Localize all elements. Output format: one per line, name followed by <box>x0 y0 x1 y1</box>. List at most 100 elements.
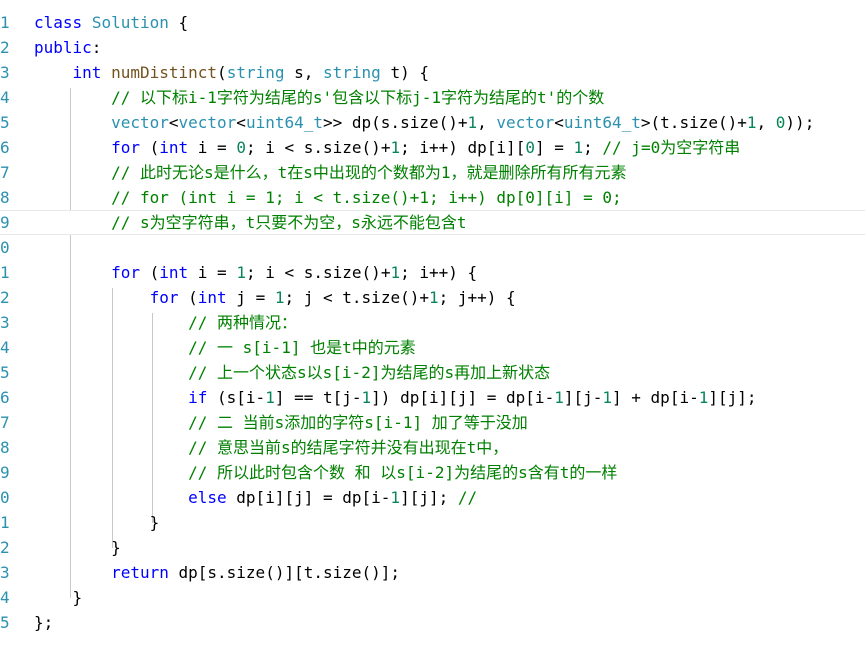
code-line[interactable]: 2 for (int j = 1; j < t.size()+1; j++) { <box>0 285 865 310</box>
code-token: , <box>756 113 776 132</box>
code-line[interactable]: 5 // 上一个状态s以s[i-2]为结尾的s再加上新状态 <box>0 360 865 385</box>
code-text[interactable]: } <box>34 510 160 535</box>
code-token: // 以下标i-1字符为结尾的s'包含以下标j-1字符为结尾的t'的个数 <box>111 88 605 107</box>
code-line[interactable]: 1 class Solution { <box>0 10 865 35</box>
code-line[interactable]: 7 // 此时无论s是什么，t在s中出现的个数都为1，就是删除所有所有元素 <box>0 160 865 185</box>
code-token: uint64_t <box>563 113 641 132</box>
code-line[interactable]: 0 else dp[i][j] = dp[i-1][j]; // <box>0 485 865 510</box>
code-token: // 所以此时包含个数 和 以s[i-2]为结尾的s含有t的一样 <box>188 463 618 482</box>
code-line[interactable]: 2 public: <box>0 35 865 60</box>
code-line[interactable]: 3 // 两种情况： <box>0 310 865 335</box>
code-token: 1 <box>746 113 757 132</box>
code-text[interactable]: // 两种情况： <box>34 310 297 335</box>
code-text[interactable]: // 意思当前s的结尾字符并没有出现在t中， <box>34 435 508 460</box>
code-line[interactable]: 6 if (s[i-1] == t[j-1]) dp[i][j] = dp[i-… <box>0 385 865 410</box>
code-line[interactable]: 9 // 所以此时包含个数 和 以s[i-2]为结尾的s含有t的一样 <box>0 460 865 485</box>
code-line[interactable]: 9 // s为空字符串，t只要不为空，s永远不能包含t <box>0 210 865 235</box>
code-token: ( <box>217 63 227 82</box>
code-line[interactable]: 4 // 一 s[i-1] 也是t中的元素 <box>0 335 865 360</box>
code-text[interactable]: class Solution { <box>34 10 188 35</box>
code-token: ]) dp[i][j] = dp[i- <box>371 388 555 407</box>
code-token: < <box>554 113 564 132</box>
code-token: ; i++) dp[i][ <box>400 138 526 157</box>
line-number: 3 <box>0 563 10 582</box>
code-token: return <box>111 563 169 582</box>
code-token: } <box>72 588 83 607</box>
code-token: } <box>34 513 160 532</box>
code-text[interactable]: // 此时无论s是什么，t在s中出现的个数都为1，就是删除所有所有元素 <box>34 160 626 185</box>
code-token: s, <box>284 63 324 82</box>
code-line[interactable]: 7 // 二 当前s添加的字符s[i-1] 加了等于没加 <box>0 410 865 435</box>
code-line[interactable]: 3 int numDistinct(string s, string t) { <box>0 60 865 85</box>
code-text[interactable]: if (s[i-1] == t[j-1]) dp[i][j] = dp[i-1]… <box>34 385 756 410</box>
line-number: 1 <box>0 513 10 532</box>
code-token: 1 <box>390 263 401 282</box>
code-text[interactable]: // 上一个状态s以s[i-2]为结尾的s再加上新状态 <box>34 360 550 385</box>
code-text[interactable]: return dp[s.size()][t.size()]; <box>34 560 400 585</box>
code-line[interactable]: 8 // for (int i = 1; i < t.size()+1; i++… <box>0 185 865 210</box>
code-token: ; j++) { <box>438 288 516 307</box>
code-token: 0 <box>525 138 535 157</box>
code-text[interactable]: // 一 s[i-1] 也是t中的元素 <box>34 335 416 360</box>
line-number: 0 <box>0 488 10 507</box>
code-token: 1 <box>698 388 709 407</box>
code-line[interactable]: 3 return dp[s.size()][t.size()]; <box>0 560 865 585</box>
code-token: ][j]; <box>400 488 458 507</box>
code-line[interactable]: 1 for (int i = 1; i < s.size()+1; i++) { <box>0 260 865 285</box>
code-text[interactable]: // 所以此时包含个数 和 以s[i-2]为结尾的s含有t的一样 <box>34 460 617 485</box>
code-text[interactable]: vector<vector<uint64_t>> dp(s.size()+1, … <box>34 110 814 135</box>
code-token: // <box>457 488 478 507</box>
code-text[interactable]: int numDistinct(string s, string t) { <box>34 60 429 85</box>
code-text[interactable]: // s为空字符串，t只要不为空，s永远不能包含t <box>34 211 467 234</box>
code-token: vector <box>496 113 555 132</box>
code-token: 0 <box>775 113 786 132</box>
line-number: 9 <box>0 463 10 482</box>
line-number: 2 <box>0 38 10 57</box>
code-token: // 二 当前s添加的字符s[i-1] 加了等于没加 <box>188 413 528 432</box>
code-text[interactable]: } <box>34 535 121 560</box>
code-line[interactable]: 8 // 意思当前s的结尾字符并没有出现在t中， <box>0 435 865 460</box>
code-text[interactable]: // 二 当前s添加的字符s[i-1] 加了等于没加 <box>34 410 528 435</box>
code-token: 1 <box>265 388 275 407</box>
code-token: { <box>168 13 189 32</box>
code-token: // s为空字符串，t只要不为空，s永远不能包含t <box>111 213 467 232</box>
code-token: // j=0为空字符串 <box>602 138 741 157</box>
code-text[interactable]: for (int i = 1; i < s.size()+1; i++) { <box>34 260 477 285</box>
code-line[interactable]: 4 // 以下标i-1字符为结尾的s'包含以下标j-1字符为结尾的t'的个数 <box>0 85 865 110</box>
code-line[interactable]: 4 } <box>0 585 865 610</box>
code-token: i = <box>188 263 237 282</box>
line-number: 1 <box>0 263 10 282</box>
code-line[interactable]: 0 <box>0 235 865 260</box>
line-number: 8 <box>0 188 10 207</box>
code-token: class <box>34 13 83 32</box>
code-token: string <box>226 63 285 82</box>
line-number: 1 <box>0 13 10 32</box>
line-number: 4 <box>0 588 10 607</box>
line-number: 0 <box>0 238 10 257</box>
code-text[interactable]: }; <box>34 610 53 635</box>
code-text[interactable]: for (int i = 0; i < s.size()+1; i++) dp[… <box>34 135 740 160</box>
code-text[interactable]: // 以下标i-1字符为结尾的s'包含以下标j-1字符为结尾的t'的个数 <box>34 85 604 110</box>
code-text[interactable]: for (int j = 1; j < t.size()+1; j++) { <box>34 285 516 310</box>
code-token: i = <box>188 138 237 157</box>
code-token: t) <box>380 63 420 82</box>
code-line[interactable]: 1 } <box>0 510 865 535</box>
code-line[interactable]: 5}; <box>0 610 865 635</box>
code-text[interactable]: } <box>34 585 83 610</box>
line-number: 8 <box>0 438 10 457</box>
code-text[interactable]: else dp[i][j] = dp[i-1][j]; // <box>34 485 477 510</box>
code-line[interactable]: 5 vector<vector<uint64_t>> dp(s.size()+1… <box>0 110 865 135</box>
code-text[interactable]: // for (int i = 1; i < t.size()+1; i++) … <box>34 185 622 210</box>
code-editor[interactable]: 1 class Solution {2 public: 3 int numDistin… <box>0 0 865 654</box>
code-line[interactable]: 2 } <box>0 535 865 560</box>
code-text[interactable]: public: <box>34 35 101 60</box>
code-line[interactable]: 6 for (int i = 0; i < s.size()+1; i++) d… <box>0 135 865 160</box>
